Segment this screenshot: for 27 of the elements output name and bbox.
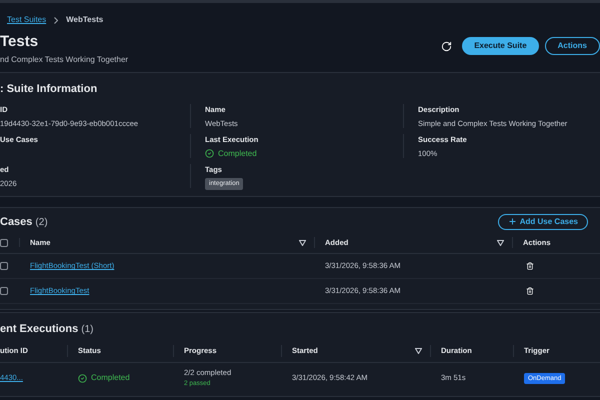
checkbox[interactable] [0, 238, 8, 246]
sort-icon[interactable] [415, 348, 422, 354]
breadcrumb-link[interactable]: Test Suites [7, 14, 46, 26]
refresh-icon[interactable] [441, 40, 452, 52]
sort-icon[interactable] [497, 240, 504, 246]
section-title: Cases [0, 214, 32, 230]
count: (2) [35, 216, 48, 230]
check-circle-icon [205, 149, 214, 158]
status-text: Completed [218, 148, 257, 160]
checkbox[interactable] [0, 287, 8, 295]
actions-button[interactable]: Actions [544, 37, 600, 55]
add-use-cases-button[interactable]: Add Use Cases [498, 214, 588, 230]
section-title: ent Executions [0, 322, 78, 337]
breadcrumb-current: WebTests [66, 14, 104, 26]
section-title: : Suite Information [0, 82, 98, 97]
check-circle-icon [78, 374, 87, 382]
sort-icon[interactable] [299, 240, 306, 246]
execute-button[interactable]: Execute Suite [462, 37, 539, 55]
delete-icon[interactable] [526, 262, 534, 270]
plus-icon [508, 217, 517, 226]
page-title: Tests [0, 34, 40, 49]
chevron-icon [54, 16, 58, 24]
delete-icon[interactable] [526, 287, 534, 295]
count: (1) [81, 323, 94, 337]
status-text: Completed [91, 372, 130, 384]
checkbox[interactable] [0, 262, 8, 270]
page-subtitle: nd Complex Tests Working Together [0, 54, 128, 66]
